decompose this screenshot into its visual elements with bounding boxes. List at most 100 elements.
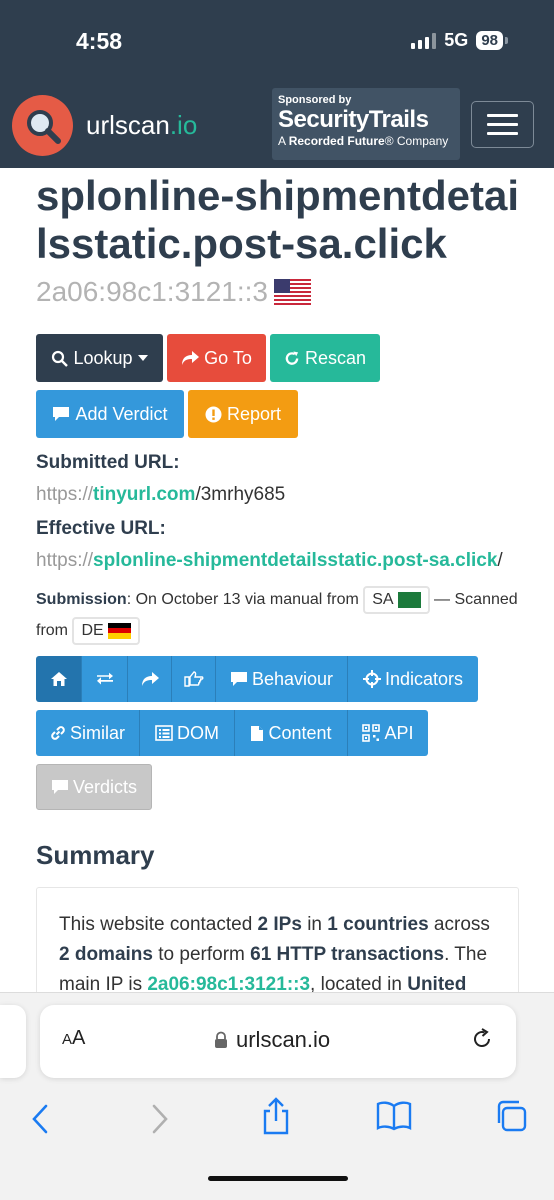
tab-similar-label: Similar <box>69 722 125 743</box>
browser-nav-bar <box>0 1095 554 1145</box>
tab-content-label: Content <box>268 722 332 743</box>
page-title: splonline-shipmentdetailsstatic.post-sa.… <box>36 172 520 267</box>
share-icon <box>263 1097 289 1135</box>
share-button[interactable] <box>260 1097 292 1140</box>
rescan-button[interactable]: Rescan <box>270 334 380 382</box>
search-icon <box>52 350 69 367</box>
bookmarks-button[interactable] <box>376 1101 412 1136</box>
sponsor-by: Sponsored by <box>278 94 352 106</box>
tab-verdicts[interactable]: Verdicts <box>36 764 152 810</box>
effective-url-label: Effective URL: <box>36 518 166 539</box>
add-verdict-label: Add Verdict <box>75 403 168 424</box>
chevron-right-icon <box>152 1104 168 1134</box>
browser-toolbar: AA urlscan.io <box>0 992 554 1200</box>
battery-level: 98 <box>476 31 503 50</box>
list-alt-icon <box>155 725 173 741</box>
sponsor-name: SecurityTrails <box>278 106 429 133</box>
battery-icon: 98 <box>476 31 508 50</box>
goto-button[interactable]: Go To <box>167 334 266 382</box>
us-flag-icon <box>273 279 311 305</box>
rescan-label: Rescan <box>304 347 366 368</box>
country-badge-sa[interactable]: SA <box>363 585 430 614</box>
lock-icon <box>215 1031 227 1048</box>
tab-behaviour-label: Behaviour <box>251 668 334 689</box>
status-time: 4:58 <box>76 28 123 54</box>
tab-http[interactable] <box>82 656 128 702</box>
caret-down-icon <box>137 355 148 361</box>
urlscan-logo-icon[interactable] <box>12 95 73 156</box>
lookup-label: Lookup <box>73 347 133 368</box>
tab-content[interactable]: Content <box>235 710 348 756</box>
share-arrow-icon <box>182 351 200 365</box>
tab-dom[interactable]: DOM <box>140 710 235 756</box>
tabs-button[interactable] <box>494 1099 528 1138</box>
submission-info: Submission: On October 13 via manual fro… <box>36 584 526 646</box>
tab-api[interactable]: API <box>348 710 428 756</box>
comment-icon <box>230 672 247 686</box>
de-flag-icon <box>107 622 131 639</box>
brand-tld: .io <box>169 110 198 140</box>
app-header: 4:58 5G 98 urlscan.io Sponsored by Secur… <box>0 0 554 168</box>
address-url-text: urlscan.io <box>236 1027 331 1052</box>
reload-icon <box>474 1028 491 1048</box>
link-icon <box>51 726 65 740</box>
file-icon <box>251 725 264 741</box>
effective-url[interactable]: https://splonline-shipmentdetailsstatic.… <box>36 548 526 574</box>
address-url[interactable]: urlscan.io <box>214 1027 330 1053</box>
action-buttons: Lookup Go To Rescan <box>36 334 526 382</box>
tab-indicators-label: Indicators <box>384 668 464 689</box>
network-label: 5G <box>444 30 469 50</box>
book-icon <box>376 1101 412 1131</box>
tab-api-label: API <box>384 722 414 743</box>
submitted-url[interactable]: https://tinyurl.com/3mrhy685 <box>36 482 526 508</box>
tab-redirects[interactable] <box>128 656 172 702</box>
lookup-button[interactable]: Lookup <box>36 334 163 382</box>
chevron-left-icon <box>32 1104 48 1134</box>
ip-address: 2a06:98c1:3121::3 <box>36 276 526 308</box>
brand-name: urlscan <box>86 110 170 140</box>
exchange-icon <box>96 672 113 685</box>
refresh-icon <box>285 350 299 365</box>
report-button[interactable]: Report <box>188 390 298 438</box>
status-indicators: 5G 98 <box>411 30 508 51</box>
tab-behaviour[interactable]: Behaviour <box>216 656 348 702</box>
tab-verdicts-label: Verdicts <box>72 776 138 797</box>
action-buttons-row2: Add Verdict Report <box>36 390 526 438</box>
back-button[interactable] <box>30 1103 50 1140</box>
home-indicator <box>208 1176 348 1181</box>
tab-links[interactable] <box>172 656 216 702</box>
sponsor-banner[interactable]: Sponsored by SecurityTrails A Recorded F… <box>272 88 460 160</box>
tab-similar[interactable]: Similar <box>36 710 140 756</box>
sa-flag-icon <box>397 591 421 608</box>
brand-link[interactable]: urlscan.io <box>86 110 197 141</box>
country-badge-de[interactable]: DE <box>72 616 140 645</box>
result-tabs: Behaviour Indicators Similar DOM Content <box>36 656 496 814</box>
home-icon <box>50 672 67 686</box>
tab-summary[interactable] <box>36 656 82 702</box>
hamburger-menu-button[interactable] <box>471 101 534 148</box>
submitted-url-label: Submitted URL: <box>36 452 180 473</box>
reader-aa-button[interactable]: AA <box>62 1027 85 1050</box>
qrcode-icon <box>362 724 381 742</box>
signal-icon <box>411 32 437 49</box>
address-bar[interactable]: AA urlscan.io <box>40 1005 516 1078</box>
tab-indicators[interactable]: Indicators <box>348 656 478 702</box>
tab-dom-label: DOM <box>177 722 219 743</box>
previous-tab-address-bar[interactable] <box>0 1005 26 1078</box>
hand-pointer-icon <box>183 671 203 687</box>
tabs-icon <box>497 1100 527 1132</box>
comment-icon <box>53 407 70 421</box>
reload-button[interactable] <box>470 1027 494 1056</box>
summary-heading: Summary <box>36 840 155 870</box>
goto-label: Go To <box>204 347 252 368</box>
ip-text: 2a06:98c1:3121::3 <box>36 276 268 307</box>
forward-button[interactable] <box>150 1103 170 1140</box>
share-icon <box>141 672 159 686</box>
report-label: Report <box>226 403 282 424</box>
crosshairs-icon <box>362 670 381 688</box>
exclamation-circle-icon <box>205 406 222 422</box>
sponsor-tagline: A Recorded Future® Company <box>278 134 449 148</box>
comment-icon <box>51 780 68 794</box>
add-verdict-button[interactable]: Add Verdict <box>36 390 184 438</box>
main-content: splonline-shipmentdetailsstatic.post-sa.… <box>36 172 526 1027</box>
